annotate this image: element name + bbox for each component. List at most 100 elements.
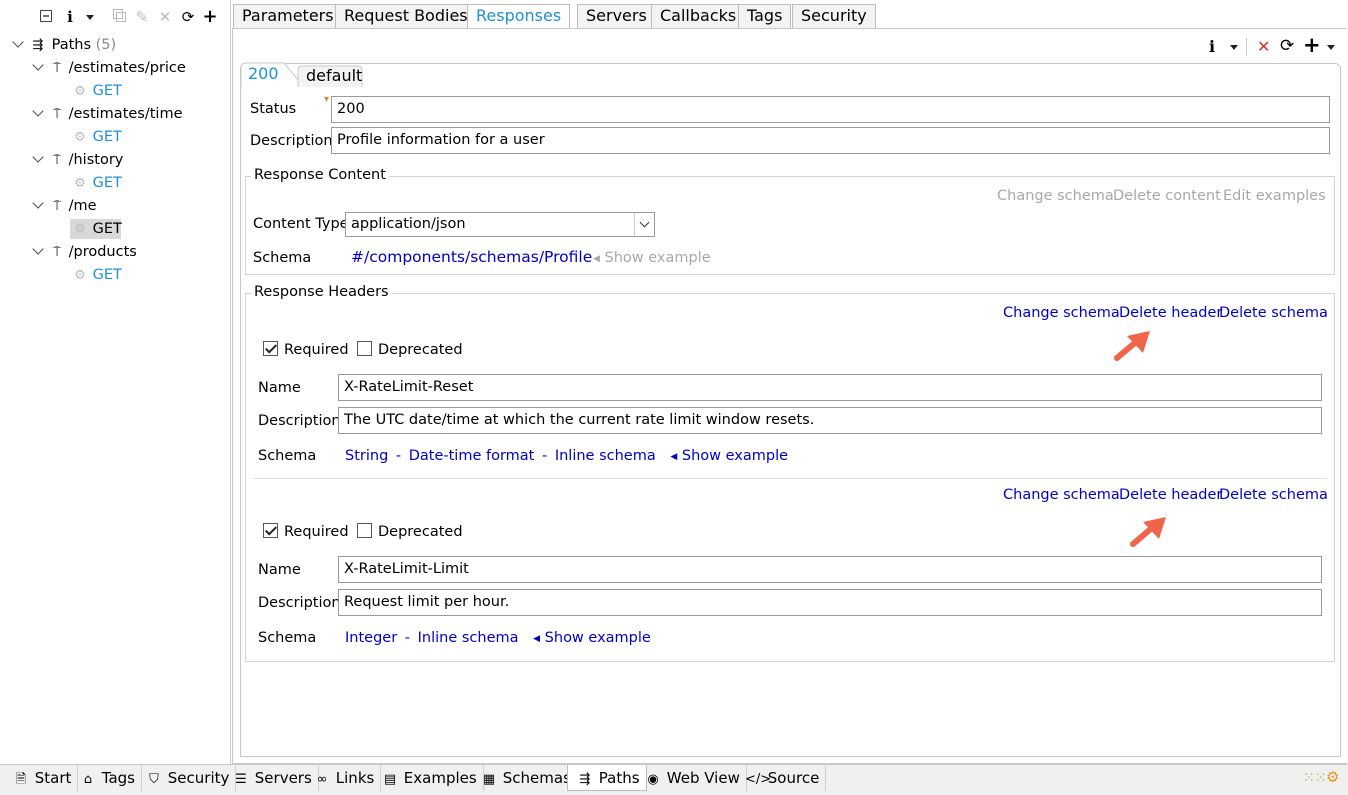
tab-security[interactable]: Security bbox=[792, 4, 876, 28]
shield-icon: ⛉ bbox=[149, 772, 159, 787]
description-field[interactable]: Profile information for a user bbox=[331, 127, 1330, 154]
header-name-label: Name bbox=[258, 562, 301, 578]
bottom-tab-paths[interactable]: ⇶ Paths bbox=[567, 765, 647, 791]
tree-operation-item[interactable]: ⚙ GET bbox=[72, 173, 122, 193]
toolbar-divider bbox=[1246, 38, 1247, 56]
status-field[interactable]: 200 bbox=[331, 96, 1330, 123]
info-icon[interactable]: i bbox=[1209, 37, 1215, 56]
content-type-value: application/json bbox=[351, 216, 466, 232]
content-type-select[interactable]: application/json bbox=[345, 212, 655, 237]
settings-gear-icon[interactable]: ⚙ bbox=[1326, 768, 1339, 786]
header-description-label: Description bbox=[258, 413, 341, 429]
copy-icon[interactable] bbox=[111, 9, 127, 25]
required-checkbox[interactable]: Required bbox=[263, 341, 349, 358]
gear-icon: ⚙ bbox=[74, 176, 86, 191]
deprecated-checkbox[interactable]: Deprecated bbox=[357, 523, 463, 540]
response-tab-default[interactable]: default bbox=[299, 66, 369, 88]
show-example-label: Show example bbox=[604, 250, 711, 266]
inline-schema-link[interactable]: Inline schema bbox=[418, 630, 519, 646]
add-icon[interactable]: + bbox=[202, 8, 218, 26]
delete-content-link-disabled[interactable]: Delete content bbox=[1113, 188, 1221, 204]
show-example-link-disabled[interactable]: ◀ Show example bbox=[593, 250, 711, 266]
change-schema-link[interactable]: Change schema bbox=[1003, 305, 1120, 321]
tree-path-item[interactable]: ⍑ /me bbox=[32, 196, 97, 216]
chevron-down-icon[interactable] bbox=[12, 36, 24, 48]
bottom-tab-security[interactable]: ⛉ Security bbox=[137, 765, 237, 791]
schema-type-link[interactable]: String bbox=[345, 448, 388, 464]
change-schema-link[interactable]: Change schema bbox=[1003, 487, 1120, 503]
bottom-tab-examples[interactable]: ▤ Examples bbox=[373, 765, 484, 791]
bottom-tab-label: Schemas bbox=[502, 769, 571, 787]
required-checkbox[interactable]: Required bbox=[263, 523, 349, 540]
schema-separator: - bbox=[404, 630, 411, 646]
tab-parameters[interactable]: Parameters bbox=[233, 4, 343, 28]
tree-path-item[interactable]: ⍑ /estimates/time bbox=[32, 104, 183, 124]
schema-type-link[interactable]: Integer bbox=[345, 630, 397, 646]
show-example-link[interactable]: ◀ Show example bbox=[670, 448, 788, 464]
operation-method: GET bbox=[92, 267, 122, 283]
tree-path-item[interactable]: ⍑ /history bbox=[32, 150, 123, 170]
response-tab-200[interactable]: 200 bbox=[241, 64, 286, 86]
delete-response-icon[interactable]: ✕ bbox=[1257, 37, 1270, 56]
tree-root-paths[interactable]: ⇶ Paths (5) bbox=[12, 35, 116, 55]
header-name-label: Name bbox=[258, 380, 301, 396]
bottom-tab-schemas[interactable]: ▦ Schemas bbox=[472, 765, 578, 791]
tree-operation-item-selected[interactable]: ⚙ GET bbox=[70, 219, 122, 239]
refresh-icon[interactable]: ⟳ bbox=[180, 9, 196, 25]
tree-operation-item[interactable]: ⚙ GET bbox=[72, 127, 122, 147]
bottom-tab-links[interactable]: ∞ Links bbox=[305, 765, 382, 791]
inline-schema-link[interactable]: Inline schema bbox=[555, 448, 656, 464]
tag-icon: ⌂ bbox=[83, 772, 93, 787]
header-name-field[interactable]: X-RateLimit-Reset bbox=[338, 374, 1322, 401]
bottom-tab-web-view[interactable]: ◉ Web View bbox=[636, 765, 747, 791]
dropdown-icon[interactable] bbox=[1229, 40, 1239, 56]
annotation-arrow-icon bbox=[1114, 331, 1150, 361]
refresh-icon[interactable]: ⟳ bbox=[1280, 36, 1294, 56]
delete-schema-link[interactable]: Delete schema bbox=[1219, 487, 1328, 503]
bottom-tab-tags[interactable]: ⌂ Tags bbox=[71, 765, 142, 791]
schema-ref-link[interactable]: #/components/schemas/Profile bbox=[351, 248, 592, 266]
deprecated-checkbox[interactable]: Deprecated bbox=[357, 341, 463, 358]
bottom-tab-start[interactable]: 🗎 Start bbox=[4, 765, 79, 791]
header-description-field[interactable]: Request limit per hour. bbox=[338, 589, 1322, 616]
delete-icon[interactable]: ✕ bbox=[157, 9, 173, 25]
delete-header-link[interactable]: Delete header bbox=[1119, 305, 1222, 321]
edit-icon[interactable]: ✎ bbox=[134, 9, 150, 25]
change-schema-link-disabled[interactable]: Change schema bbox=[997, 188, 1114, 204]
tab-responses[interactable]: Responses bbox=[467, 4, 571, 29]
description-label: Description bbox=[250, 133, 333, 149]
dropdown-icon[interactable] bbox=[1326, 40, 1336, 56]
operation-method: GET bbox=[92, 129, 122, 145]
chevron-down-icon[interactable] bbox=[32, 197, 44, 209]
header-name-field[interactable]: X-RateLimit-Limit bbox=[338, 556, 1322, 583]
chevron-down-icon[interactable] bbox=[32, 151, 44, 163]
tree-operation-item[interactable]: ⚙ GET bbox=[72, 81, 122, 101]
tab-callbacks[interactable]: Callbacks bbox=[651, 4, 746, 28]
delete-header-link[interactable]: Delete header bbox=[1119, 487, 1222, 503]
tab-request-bodies[interactable]: Request Bodies bbox=[335, 4, 477, 28]
bottom-tab-label: Source bbox=[767, 769, 820, 787]
examples-icon: ▤ bbox=[383, 772, 397, 787]
info-icon[interactable]: i bbox=[62, 9, 78, 25]
path-name: /products bbox=[68, 244, 137, 260]
tree-path-item[interactable]: ⍑ /estimates/price bbox=[32, 58, 186, 78]
globe-icon: ◉ bbox=[647, 772, 659, 787]
tree-operation-item[interactable]: ⚙ GET bbox=[72, 265, 122, 285]
chevron-down-icon[interactable] bbox=[32, 59, 44, 71]
chevron-down-icon[interactable] bbox=[32, 105, 44, 117]
chevron-down-icon[interactable] bbox=[32, 243, 44, 255]
tab-servers[interactable]: Servers bbox=[577, 4, 656, 28]
show-example-link[interactable]: ◀ Show example bbox=[533, 630, 651, 646]
add-icon[interactable]: + bbox=[1303, 33, 1321, 57]
tree-path-item[interactable]: ⍑ /products bbox=[32, 242, 137, 262]
edit-examples-link-disabled[interactable]: Edit examples bbox=[1223, 188, 1326, 204]
schema-format-link[interactable]: Date-time format bbox=[409, 448, 535, 464]
collapse-all-icon[interactable] bbox=[38, 9, 54, 25]
show-example-label: Show example bbox=[544, 630, 651, 646]
bottom-tab-source[interactable]: </> Source bbox=[737, 765, 827, 791]
dropdown-icon[interactable] bbox=[82, 9, 98, 25]
grid-apps-icon[interactable]: ⁙⁙ bbox=[1303, 770, 1326, 786]
tab-tags[interactable]: Tags bbox=[738, 4, 792, 28]
delete-schema-link[interactable]: Delete schema bbox=[1219, 305, 1328, 321]
header-description-field[interactable]: The UTC date/time at which the current r… bbox=[338, 407, 1322, 434]
